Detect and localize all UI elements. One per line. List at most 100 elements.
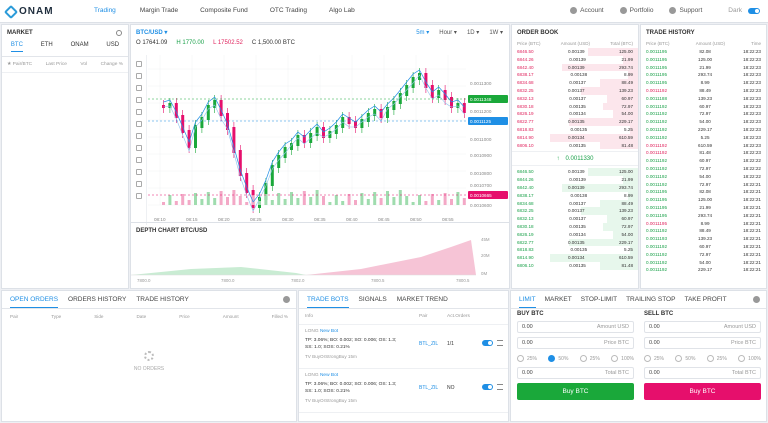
text-tool-icon[interactable] [135,109,142,115]
tf-hour[interactable]: Hour ▾ [439,29,457,36]
tab-take-profit[interactable]: TAKE PROFIT [684,296,726,303]
nav-otc-trading[interactable]: OTC Trading [270,7,307,14]
sell-order-row[interactable]: 6842.40 0.00139 293.74 [512,63,638,72]
tab-usd[interactable]: USD [106,42,119,52]
buy-button[interactable]: Buy BTC [517,383,634,400]
buy-order-row[interactable]: 6846.50 0.00139 125.00 [512,168,638,177]
pct-option[interactable]: 25% [580,355,600,362]
tab-trade-history[interactable]: TRADE HISTORY [136,296,189,303]
back-arrow-icon[interactable] [135,157,142,163]
tab-trailing-stop[interactable]: TRAILING STOP [626,296,675,303]
sell-order-row[interactable]: 6844.26 0.00139 21.99 [512,55,638,64]
info-icon[interactable] [753,296,760,303]
pct-option[interactable]: 50% [548,355,568,362]
tab-limit[interactable]: LIMIT [519,296,536,308]
tf-1w[interactable]: 1W ▾ [489,29,503,36]
trendline-tool-icon[interactable] [135,73,142,79]
tab-open-orders[interactable]: OPEN ORDERS [10,296,59,308]
menu-icon[interactable] [497,384,503,390]
ruler-tool-icon[interactable] [135,145,142,151]
nav-trading[interactable]: Trading [94,7,116,14]
sell-total-input[interactable]: 0.00 Total BTC [644,367,761,379]
sell-order-row[interactable]: 6834.68 0.00137 88.49 [512,79,638,87]
theme-toggle[interactable] [748,7,760,14]
tab-orders-history[interactable]: ORDERS HISTORY [68,296,126,303]
bot-toggle[interactable] [482,340,493,346]
sell-order-row[interactable]: 6846.50 0.00139 125.00 [512,48,638,56]
buy-order-row[interactable]: 6838.17 0.00138 8.99 [512,191,638,200]
tab-signals[interactable]: SIGNALS [359,296,387,303]
sell-order-row[interactable]: 6830.18 0.00135 72.97 [512,102,638,111]
tab-market[interactable]: MARKET [545,296,572,303]
buy-amount-input[interactable]: 0.00 Amount USD [517,321,634,333]
measure-tool-icon[interactable] [135,121,142,127]
pct-option[interactable]: 25% [517,355,537,362]
sell-order-row[interactable]: 6826.19 0.00134 54.00 [512,110,638,119]
buy-order-row[interactable]: 6806.10 0.00135 81.48 [512,261,638,270]
sell-order-row[interactable]: 6822.77 0.00135 229.17 [512,118,638,126]
sell-order-row[interactable]: 6832.25 0.00137 139.23 [512,86,638,95]
account-link[interactable]: Account [570,7,604,14]
sell-order-row[interactable]: 6832.13 0.00137 60.97 [512,94,638,103]
buy-order-row[interactable]: 6844.26 0.00139 21.99 [512,176,638,184]
bot-toggle[interactable] [482,384,493,390]
buy-order-row[interactable]: 6832.13 0.00137 60.97 [512,215,638,223]
pct-option[interactable]: 25% [644,355,664,362]
sell-price-input[interactable]: 0.00 Price BTC [644,337,761,349]
pct-option[interactable]: 100% [611,355,634,362]
lock-tool-icon[interactable] [135,169,142,175]
col-vol[interactable]: Vol [80,62,87,67]
pct-option[interactable]: 50% [675,355,695,362]
support-link[interactable]: Support [669,7,702,14]
logo[interactable]: ONAM [3,4,54,19]
nav-algo-lab[interactable]: Algo Lab [329,7,355,14]
trade-history-row: 0.0011188 139.23 18:22:23 [646,95,761,101]
sell-order-row[interactable]: 6838.17 0.00138 8.99 [512,71,638,80]
buy-order-row[interactable]: 6822.77 0.00135 229.17 [512,238,638,247]
depth-chart-graph[interactable]: 7800.0 7800.0 7802.0 7800.5 7800.5 45M 20M 0M [131,235,509,285]
pen-tool-icon[interactable] [135,97,142,103]
tf-5m[interactable]: 5m ▾ [416,29,429,36]
sell-button[interactable]: Buy BTC [644,383,761,400]
buy-order-row[interactable]: 6814.90 0.00134 610.59 [512,254,638,262]
search-icon[interactable] [116,30,122,36]
sell-order-row[interactable]: 6814.90 0.00134 610.59 [512,133,638,142]
brush-tool-icon[interactable] [135,85,142,91]
portfolio-link[interactable]: Portfolio [619,7,653,14]
buy-total-input[interactable]: 0.00 Total BTC [517,367,634,379]
cursor-tool-icon[interactable] [135,61,142,67]
tab-trade-bots[interactable]: TRADE BOTS [307,296,349,308]
tab-btc[interactable]: BTC [10,42,23,52]
tf-1d[interactable]: 1D ▾ [467,29,479,36]
col-pair[interactable]: ★ Pair/BTC [7,62,32,67]
buy-order-row[interactable]: 6818.83 0.00135 5.25 [512,246,638,255]
bot-row[interactable]: LONG New Bot TP: 3.06%; BO: 0.002; SO: 0… [299,325,508,369]
menu-icon[interactable] [497,340,503,346]
tab-stop-limit[interactable]: STOP-LIMIT [581,296,617,303]
col-last-price[interactable]: Last Price [46,62,67,67]
sell-order-row[interactable]: 6806.10 0.00135 81.48 [512,141,638,150]
pct-option[interactable]: 100% [738,355,761,362]
eye-tool-icon[interactable] [135,193,142,199]
zoom-tool-icon[interactable] [135,181,142,187]
pct-option[interactable]: 25% [707,355,727,362]
buy-order-row[interactable]: 6830.18 0.00135 72.97 [512,222,638,231]
nav-composite-fund[interactable]: Composite Fund [200,7,248,14]
sell-order-row[interactable]: 6818.83 0.00135 5.25 [512,125,638,134]
nav-margin-trade[interactable]: Margin Trade [140,7,178,14]
tab-eth[interactable]: ETH [41,42,53,52]
info-icon[interactable] [283,296,290,303]
buy-order-row[interactable]: 6832.25 0.00137 139.23 [512,207,638,216]
bot-row[interactable]: LONG New Bot TP: 3.06%; BO: 0.002; SO: 0… [299,369,508,413]
sell-amount-input[interactable]: 0.00 Amount USD [644,321,761,333]
tab-market-trend[interactable]: MARKET TREND [397,296,448,303]
tab-onam[interactable]: ONAM [71,42,89,52]
col-change[interactable]: Change % [101,62,123,67]
buy-order-row[interactable]: 6826.19 0.00134 54.00 [512,230,638,239]
fib-tool-icon[interactable] [135,133,142,139]
buy-order-row[interactable]: 6834.68 0.00137 88.49 [512,199,638,208]
candlestick-chart[interactable]: 0.0011300 0.0011348 0.0011200 0.0011125 0.00… [148,55,508,225]
buy-price-input[interactable]: 0.00 Price BTC [517,337,634,349]
buy-order-row[interactable]: 6842.40 0.00139 293.74 [512,183,638,192]
pair-selector[interactable]: BTC/USD ▾ [136,29,167,36]
